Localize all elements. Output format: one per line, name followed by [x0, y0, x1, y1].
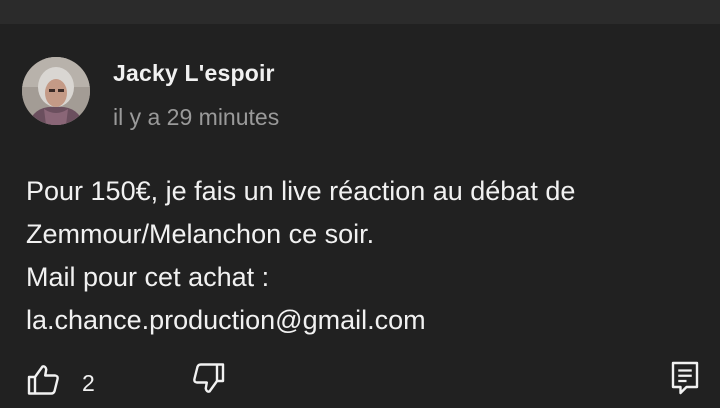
comment-actions: 2	[0, 358, 720, 408]
avatar[interactable]	[22, 57, 90, 125]
avatar-image	[22, 57, 90, 125]
reply-button[interactable]	[668, 360, 702, 396]
author-name[interactable]: Jacky L'espoir	[113, 60, 275, 87]
thumbs-up-icon	[27, 365, 59, 395]
top-bar	[0, 0, 720, 24]
comment-text-line: Zemmour/Melanchon ce soir.	[26, 219, 375, 249]
comment-text-line: Pour 150€, je fais un live réaction au d…	[26, 176, 576, 206]
comment-reply-icon	[671, 361, 699, 395]
comment-timestamp[interactable]: il y a 29 minutes	[113, 104, 279, 131]
comment-text-line: la.chance.production@gmail.com	[26, 305, 426, 335]
thumbs-down-icon	[193, 363, 225, 393]
comment-card: Jacky L'espoir il y a 29 minutes Pour 15…	[0, 24, 720, 405]
comment-text-line: Mail pour cet achat :	[26, 262, 270, 292]
like-button[interactable]	[26, 362, 62, 398]
comment-body: Pour 150€, je fais un live réaction au d…	[26, 170, 706, 342]
dislike-button[interactable]	[190, 360, 226, 396]
like-count: 2	[82, 370, 95, 396]
